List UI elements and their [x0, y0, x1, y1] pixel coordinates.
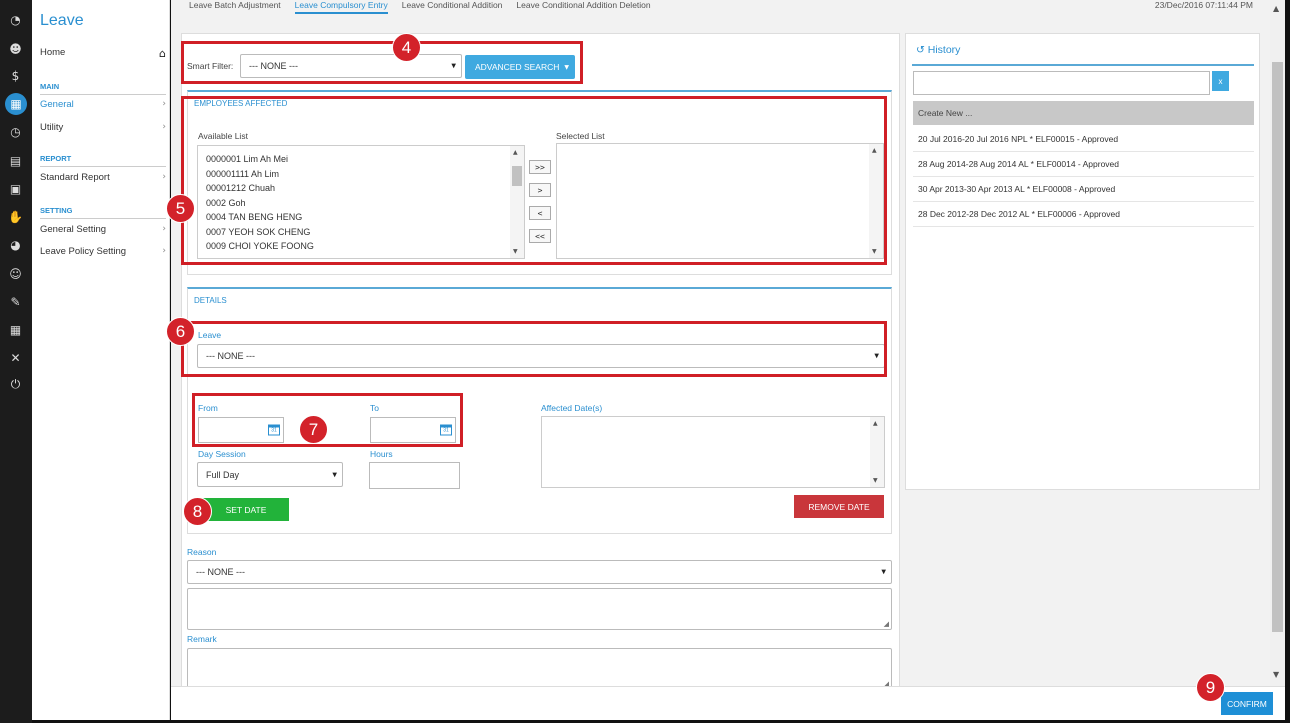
app-window: ◔ ☻ $ ▦ ◷ ▤ ▣ ✋ ◕ ☺ ✎ ▦ ✕ ⏻ Leave Home ⌂…	[0, 0, 1290, 723]
notebook-icon[interactable]: ✎	[7, 293, 24, 310]
reason-select[interactable]: --- NONE --- ▼	[187, 560, 892, 584]
history-title-text: History	[927, 44, 961, 56]
tools-icon[interactable]: ✕	[7, 349, 24, 366]
sidebar-item-general[interactable]: General ›	[40, 99, 166, 114]
scroll-down-icon[interactable]: ▼	[873, 477, 878, 484]
page-scrollbar[interactable]: ▲ ▼	[1270, 0, 1285, 686]
sidebar-heading-main: MAIN	[40, 82, 166, 95]
divider	[912, 64, 1254, 66]
clear-search-button[interactable]: x	[1212, 71, 1229, 91]
tab-bar: Leave Batch Adjustment Leave Compulsory …	[189, 0, 651, 14]
grid-icon[interactable]: ▦	[7, 321, 24, 338]
callout-box-4	[181, 41, 583, 84]
history-title: ↺ History	[916, 44, 960, 56]
tab-leave-conditional-addition-deletion[interactable]: Leave Conditional Addition Deletion	[516, 0, 650, 14]
chevron-right-icon: ›	[162, 99, 166, 109]
scroll-up-icon[interactable]: ▲	[1273, 4, 1279, 13]
sidebar-item-general-setting[interactable]: General Setting ›	[40, 224, 166, 239]
day-session-select[interactable]: Full Day ▼	[197, 462, 343, 487]
callout-badge-5: 5	[166, 194, 195, 223]
sidebar-item-label: Home	[40, 47, 66, 58]
sidebar-item-label: Utility	[40, 122, 64, 133]
scroll-thumb[interactable]	[1272, 62, 1283, 632]
sidebar-item-label: Leave Policy Setting	[40, 246, 127, 257]
sidebar-heading-setting: SETTING	[40, 206, 166, 219]
dashboard-icon[interactable]: ◔	[7, 11, 24, 28]
callout-badge-9: 9	[1196, 673, 1225, 702]
callout-box-7	[192, 393, 463, 447]
document-icon[interactable]: ▤	[7, 152, 24, 169]
callout-box-5	[181, 96, 887, 265]
chevron-right-icon: ›	[162, 224, 166, 234]
remove-date-button[interactable]: REMOVE DATE	[794, 495, 884, 518]
callout-badge-7: 7	[299, 415, 328, 444]
scroll-up-icon[interactable]: ▲	[873, 420, 878, 427]
people-icon[interactable]: ☻	[7, 40, 24, 57]
history-search-input[interactable]	[913, 71, 1210, 95]
footer-bar: CONFIRM	[171, 686, 1285, 720]
caret-down-icon: ▼	[332, 471, 337, 478]
affected-dates-scrollbar[interactable]: ▲ ▼	[870, 417, 884, 487]
day-session-value: Full Day	[206, 469, 240, 480]
chevron-right-icon: ›	[162, 172, 166, 182]
remark-label: Remark	[187, 634, 217, 644]
power-icon[interactable]: ⏻	[7, 376, 24, 393]
callout-badge-4: 4	[392, 33, 421, 62]
affected-dates-list[interactable]: ▲ ▼	[541, 416, 885, 488]
chevron-right-icon: ›	[162, 246, 166, 256]
day-session-label: Day Session	[198, 449, 246, 459]
history-item[interactable]: 20 Jul 2016-20 Jul 2016 NPL * ELF00015 -…	[913, 127, 1254, 152]
home-icon: ⌂	[159, 47, 166, 60]
affected-dates-label: Affected Date(s)	[541, 403, 603, 413]
tab-leave-batch-adjustment[interactable]: Leave Batch Adjustment	[189, 0, 281, 14]
calendar-icon[interactable]: ▦	[5, 93, 27, 115]
hours-label: Hours	[370, 449, 393, 459]
section-title: DETAILS	[194, 296, 227, 305]
hours-input[interactable]	[369, 462, 460, 489]
reason-label: Reason	[187, 547, 217, 557]
icon-bar: ◔ ☻ $ ▦ ◷ ▤ ▣ ✋ ◕ ☺ ✎ ▦ ✕ ⏻	[0, 0, 32, 723]
sidebar-item-leave-policy-setting[interactable]: Leave Policy Setting ›	[40, 246, 166, 261]
sidebar-heading-report: REPORT	[40, 154, 166, 167]
remark-textarea[interactable]: ◢	[187, 648, 892, 690]
tab-leave-compulsory-entry[interactable]: Leave Compulsory Entry	[294, 0, 388, 14]
callout-box-6	[181, 321, 887, 377]
history-item[interactable]: 28 Aug 2014-28 Aug 2014 AL * ELF00014 - …	[913, 152, 1254, 177]
caret-down-icon: ▼	[881, 568, 886, 576]
sidebar-item-label: General Setting	[40, 224, 107, 235]
dollar-icon[interactable]: $	[7, 67, 24, 84]
pie-chart-icon[interactable]: ◕	[7, 236, 24, 253]
briefcase-icon[interactable]: ▣	[7, 180, 24, 197]
hand-icon[interactable]: ✋	[7, 208, 24, 225]
chevron-right-icon: ›	[162, 122, 166, 132]
sidebar-item-label: General	[40, 99, 74, 110]
tab-leave-conditional-addition[interactable]: Leave Conditional Addition	[402, 0, 503, 14]
sidebar-item-home[interactable]: Home ⌂	[40, 47, 166, 64]
sidebar: Leave Home ⌂ MAIN General › Utility › RE…	[32, 0, 170, 720]
sidebar-item-label: Standard Report	[40, 172, 110, 183]
reason-textarea[interactable]: ◢	[187, 588, 892, 630]
set-date-button[interactable]: SET DATE	[203, 498, 289, 521]
history-item[interactable]: 28 Dec 2012-28 Dec 2012 AL * ELF00006 - …	[913, 202, 1254, 227]
reason-value: --- NONE ---	[196, 567, 245, 577]
scroll-down-icon[interactable]: ▼	[1273, 670, 1279, 679]
history-item[interactable]: 30 Apr 2013-30 Apr 2013 AL * ELF00008 - …	[913, 177, 1254, 202]
history-panel: ↺ History x Create New ... 20 Jul 2016-2…	[905, 33, 1260, 490]
sidebar-item-standard-report[interactable]: Standard Report ›	[40, 172, 166, 187]
history-icon: ↺	[916, 44, 925, 56]
app-title: Leave	[40, 12, 84, 29]
callout-badge-8: 8	[183, 497, 212, 526]
create-new-item[interactable]: Create New ...	[913, 101, 1254, 125]
clock-icon[interactable]: ◷	[7, 123, 24, 140]
resize-handle-icon[interactable]: ◢	[884, 620, 889, 628]
sidebar-item-utility[interactable]: Utility ›	[40, 122, 166, 137]
smile-icon[interactable]: ☺	[7, 265, 24, 282]
callout-badge-6: 6	[166, 317, 195, 346]
datetime-display: 23/Dec/2016 07:11:44 PM	[1154, 0, 1253, 10]
confirm-button[interactable]: CONFIRM	[1221, 692, 1273, 715]
